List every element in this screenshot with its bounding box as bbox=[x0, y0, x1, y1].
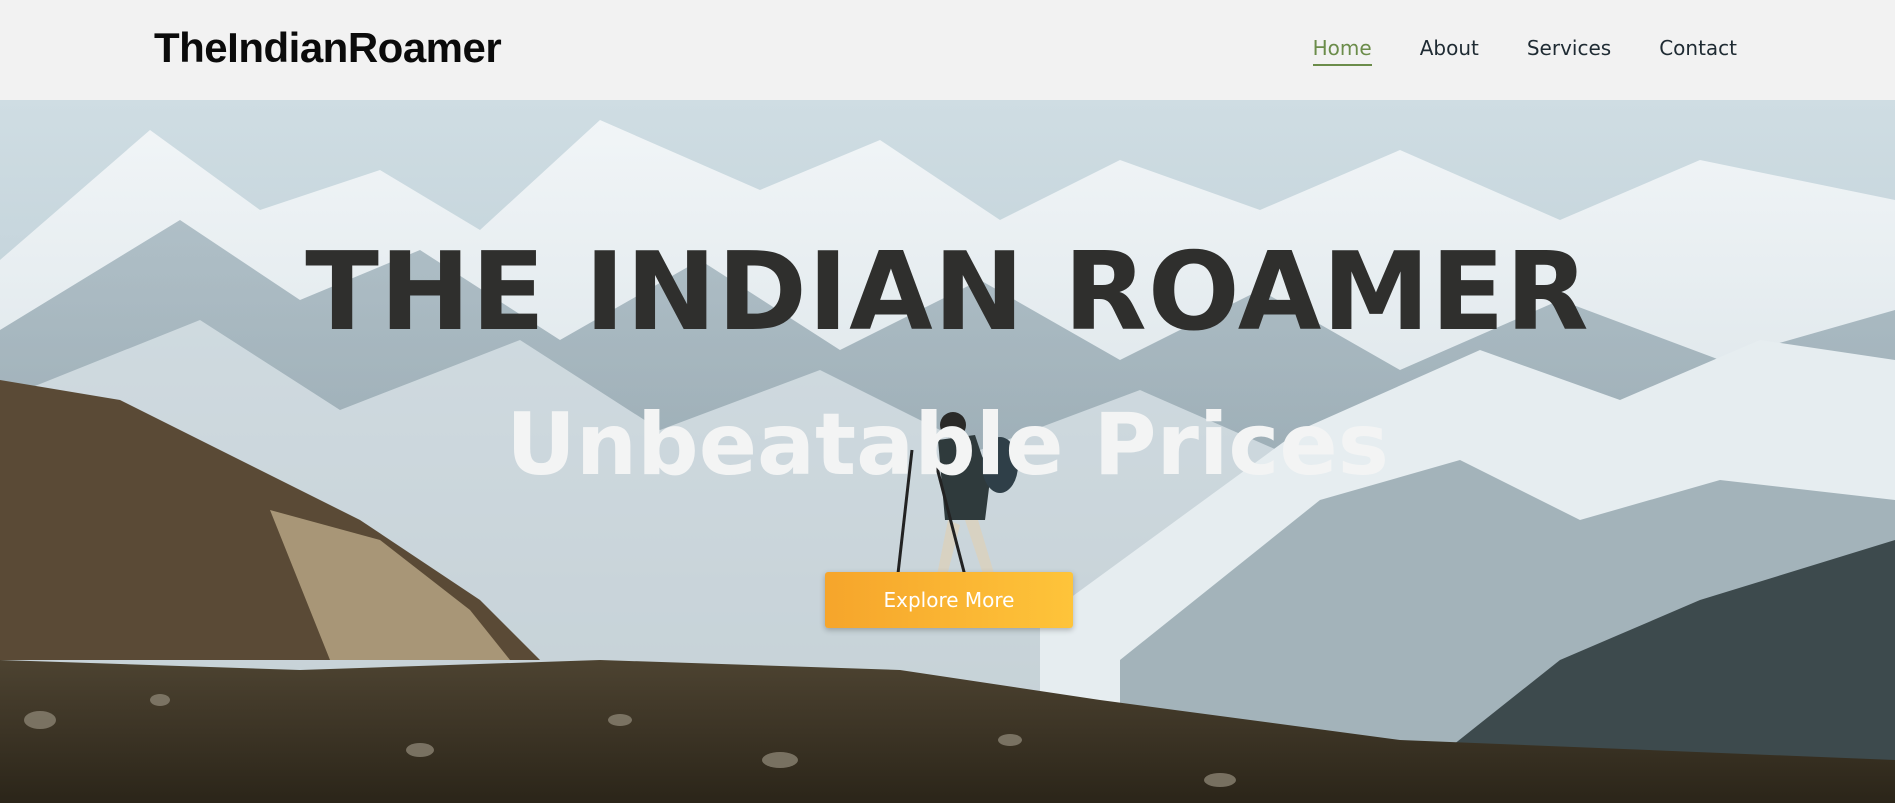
nav-contact-link[interactable]: Contact bbox=[1659, 36, 1737, 66]
hero-section: THE INDIAN ROAMER Unbeatable Prices Expl… bbox=[0, 100, 1895, 803]
hero-title: THE INDIAN ROAMER bbox=[305, 230, 1590, 355]
nav-services-link[interactable]: Services bbox=[1527, 36, 1611, 66]
nav-home-link[interactable]: Home bbox=[1312, 36, 1372, 66]
explore-more-button[interactable]: Explore More bbox=[825, 572, 1073, 628]
nav-about-link[interactable]: About bbox=[1420, 36, 1479, 66]
brand-logo-text[interactable]: TheIndianRoamer bbox=[154, 24, 502, 72]
hero-subtitle: Unbeatable Prices bbox=[506, 395, 1389, 495]
main-nav: Home About Services Contact bbox=[1312, 36, 1737, 66]
top-navigation-bar: TheIndianRoamer Home About Services Cont… bbox=[0, 0, 1895, 100]
